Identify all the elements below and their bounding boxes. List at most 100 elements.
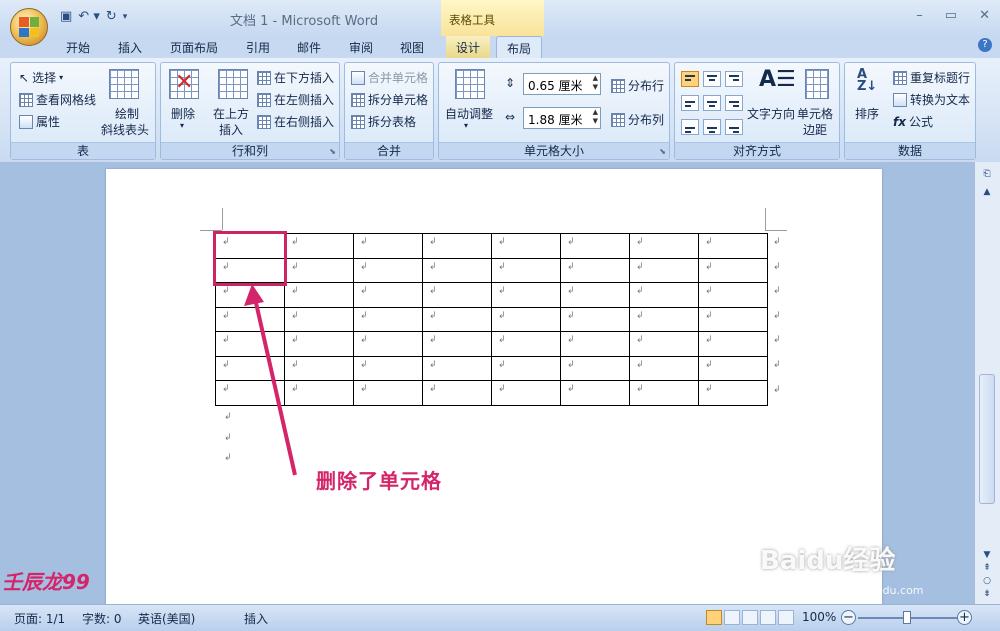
table-cell[interactable]: ↲ [422,282,492,308]
table-cell[interactable]: ↲ [353,306,423,332]
align-middle-center-button[interactable] [703,95,721,111]
table-cell[interactable]: ↲ [560,331,630,357]
table-cell[interactable]: ↲ [353,355,423,381]
align-top-left-button[interactable] [681,71,699,87]
align-middle-right-button[interactable] [725,95,743,111]
table-cell[interactable]: ↲ [629,257,699,283]
table-cell[interactable]: ↲ [353,233,423,259]
tab-view[interactable]: 视图 [400,39,424,56]
table-cell[interactable]: ↲ [698,282,768,308]
sort-icon[interactable]: A Z↓ [857,68,877,93]
properties-button[interactable]: 属性 [19,113,60,130]
table-cell[interactable]: ↲ [284,233,354,259]
insert-above-label-2[interactable]: 插入 [219,121,243,138]
table-cell[interactable]: ↲ [353,282,423,308]
table-cell[interactable]: ↲ [698,233,768,259]
table-cell[interactable]: ↲ [422,331,492,357]
align-top-center-button[interactable] [703,71,721,87]
table-cell[interactable]: ↲ [491,380,561,406]
align-top-right-button[interactable] [725,71,743,87]
tab-review[interactable]: 审阅 [349,39,373,56]
tab-references[interactable]: 引用 [246,39,270,56]
table-cell[interactable]: ↲ [698,306,768,332]
delete-dropdown-icon[interactable]: ▾ [180,121,184,130]
tab-design[interactable]: 设计 [446,36,491,58]
table-cell[interactable]: ↲ [629,306,699,332]
zoom-level[interactable]: 100% [802,610,836,624]
insert-below-button[interactable]: 在下方插入 [257,69,334,86]
zoom-in-icon[interactable]: + [957,610,972,625]
table-cell[interactable]: ↲ [629,282,699,308]
align-bottom-left-button[interactable] [681,119,699,135]
insert-right-button[interactable]: 在右侧插入 [257,113,334,130]
save-icon[interactable]: ▣ [60,9,72,24]
table-cell[interactable]: ↲ [491,282,561,308]
ruler-toggle-icon[interactable]: ⎗ [978,166,996,182]
table-cell[interactable]: ↲ [698,331,768,357]
next-page-icon[interactable]: ⇟ [978,586,996,602]
align-middle-left-button[interactable] [681,95,699,111]
sort-button[interactable]: 排序 [855,105,879,122]
text-direction-icon[interactable]: A☰ [759,67,796,92]
column-width-input[interactable]: 1.88 厘米 ▲ ▼ [523,107,601,129]
delete-button[interactable]: 删除 [171,105,195,122]
dialog-launcher-icon[interactable]: ⬊ [659,147,666,156]
distribute-cols-button[interactable]: 分布列 [611,111,664,128]
table-cell[interactable]: ↲ [629,380,699,406]
table-cell[interactable]: ↲ [560,355,630,381]
table-cell[interactable]: ↲ [560,380,630,406]
convert-to-text-button[interactable]: 转换为文本 [893,91,970,108]
full-screen-reading-icon[interactable] [724,610,740,625]
row-height-input[interactable]: 0.65 厘米 ▲ ▼ [523,73,601,95]
table-cell[interactable]: ↲ [422,306,492,332]
close-button[interactable]: ✕ [979,8,990,23]
outline-view-icon[interactable] [760,610,776,625]
undo-icon[interactable]: ↶ ▾ [78,9,100,24]
table-cell[interactable]: ↲ [353,331,423,357]
table-cell[interactable]: ↲ [698,355,768,381]
text-direction-button[interactable]: 文字方向 [747,105,795,122]
table-cell[interactable]: ↲ [284,257,354,283]
merge-cells-button[interactable]: 合并单元格 [351,69,428,86]
tab-layout[interactable]: 布局 [496,36,543,59]
cell-margins-icon[interactable] [805,69,829,99]
table-cell[interactable]: ↲ [560,233,630,259]
view-gridlines-button[interactable]: 查看网格线 [19,91,96,108]
distribute-rows-button[interactable]: 分布行 [611,77,664,94]
tab-mailings[interactable]: 邮件 [297,39,321,56]
table-cell[interactable]: ↲ [698,380,768,406]
insert-above-icon[interactable] [218,69,248,99]
split-table-button[interactable]: 拆分表格 [351,113,416,130]
table-cell[interactable]: ↲ [629,233,699,259]
spinner-arrows-icon[interactable]: ▲ ▼ [593,108,598,126]
scroll-up-icon[interactable]: ▲ [978,184,996,200]
table-cell[interactable]: ↲ [629,331,699,357]
autofit-icon[interactable] [455,69,485,99]
word-count[interactable]: 字数: 0 [82,610,122,627]
insert-left-button[interactable]: 在左侧插入 [257,91,334,108]
language-indicator[interactable]: 英语(美国) [138,610,195,627]
autofit-dropdown-icon[interactable]: ▾ [464,121,468,130]
formula-button[interactable]: fx 公式 [893,113,933,130]
zoom-slider-thumb[interactable] [903,611,911,624]
tab-insert[interactable]: 插入 [118,39,142,56]
draw-diagonal-icon[interactable] [109,69,139,99]
insert-mode-indicator[interactable]: 插入 [244,610,268,627]
spinner-arrows-icon[interactable]: ▲ ▼ [593,74,598,92]
table-cell[interactable]: ↲ [422,355,492,381]
office-button[interactable] [10,8,48,46]
table-cell[interactable]: ↲ [491,331,561,357]
page-count[interactable]: 页面: 1/1 [14,610,65,627]
draft-view-icon[interactable] [778,610,794,625]
draw-diagonal-label-1[interactable]: 绘制 [115,105,139,122]
table-cell[interactable]: ↲ [491,355,561,381]
scrollbar-thumb[interactable] [979,374,995,504]
table-cell[interactable]: ↲ [422,257,492,283]
table-cell[interactable]: ↲ [629,355,699,381]
help-icon[interactable]: ? [978,38,992,52]
table-cell[interactable]: ↲ [560,306,630,332]
zoom-out-icon[interactable]: − [841,610,856,625]
table-cell[interactable]: ↲ [422,233,492,259]
print-layout-icon[interactable] [706,610,722,625]
cell-margins-label-2[interactable]: 边距 [803,121,827,138]
